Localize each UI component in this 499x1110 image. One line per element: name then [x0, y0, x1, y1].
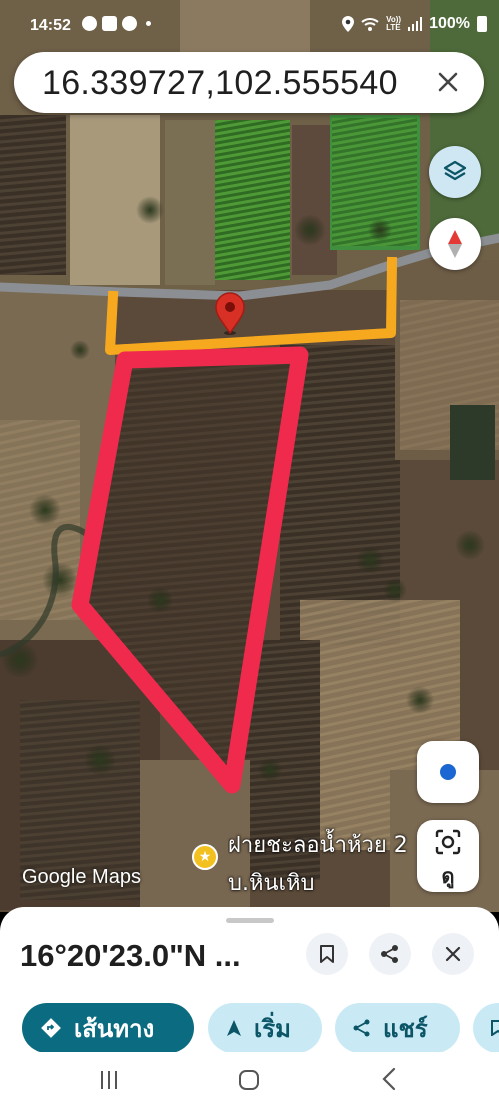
directions-icon: [41, 1018, 61, 1038]
share-icon-button[interactable]: [369, 933, 411, 975]
location-icon: [342, 16, 355, 32]
gallery-notification-icon: [102, 16, 117, 31]
close-icon: [445, 946, 461, 962]
lens-icon: [435, 829, 461, 855]
bookmark-icon: [491, 1020, 499, 1036]
place-bottom-sheet[interactable]: 16°20'23.0"N ... เส้นทาง เริ่ม แชร์: [0, 907, 499, 1052]
navigation-arrow-icon: [227, 1020, 241, 1036]
status-bar: 14:52 Vo)) LTE 100%: [0, 0, 499, 52]
share-label: แชร์: [383, 1014, 428, 1043]
search-bar[interactable]: 16.339727,102.555540: [14, 52, 484, 113]
directions-button[interactable]: เส้นทาง: [22, 1003, 194, 1052]
search-query[interactable]: 16.339727,102.555540: [42, 64, 398, 103]
directions-label: เส้นทาง: [74, 1014, 155, 1043]
poi-label-line2[interactable]: บ.หินเหิบ: [228, 865, 315, 900]
layers-button[interactable]: [429, 146, 481, 198]
bookmark-icon: [320, 945, 334, 963]
my-location-icon: [440, 764, 456, 780]
wifi-icon: [361, 18, 379, 31]
recents-icon[interactable]: [98, 1069, 120, 1091]
save-chip-button[interactable]: [473, 1003, 499, 1052]
volte-indicator: Vo)) LTE: [386, 15, 402, 32]
poi-star-icon[interactable]: ★: [192, 844, 218, 870]
battery-icon: [477, 16, 487, 32]
lens-label: ดู: [441, 864, 455, 888]
close-sheet-button[interactable]: [432, 933, 474, 975]
compass-icon: [448, 230, 462, 258]
share-icon: [353, 1019, 370, 1037]
status-time: 14:52: [30, 17, 71, 34]
save-button[interactable]: [306, 933, 348, 975]
share-button[interactable]: แชร์: [335, 1003, 460, 1052]
start-label: เริ่ม: [254, 1014, 291, 1043]
my-location-button[interactable]: [417, 741, 479, 803]
close-icon[interactable]: [432, 66, 464, 98]
google-maps-logo: Google Maps: [22, 866, 141, 888]
home-icon[interactable]: [238, 1069, 260, 1091]
lens-button[interactable]: ดู: [417, 820, 479, 892]
start-button[interactable]: เริ่ม: [208, 1003, 322, 1052]
signal-icon: [408, 17, 423, 31]
system-nav-bar: [0, 1052, 499, 1110]
place-title: 16°20'23.0"N ...: [20, 938, 241, 973]
more-notifications-icon: [146, 21, 151, 26]
back-icon[interactable]: [380, 1067, 398, 1091]
battery-percent: 100%: [429, 15, 470, 32]
messenger-notification-icon: [122, 16, 137, 31]
message-notification-icon: [82, 16, 97, 31]
share-icon: [381, 945, 398, 963]
layers-icon: [443, 160, 467, 181]
compass-button[interactable]: [429, 218, 481, 270]
drag-handle[interactable]: [226, 918, 274, 923]
